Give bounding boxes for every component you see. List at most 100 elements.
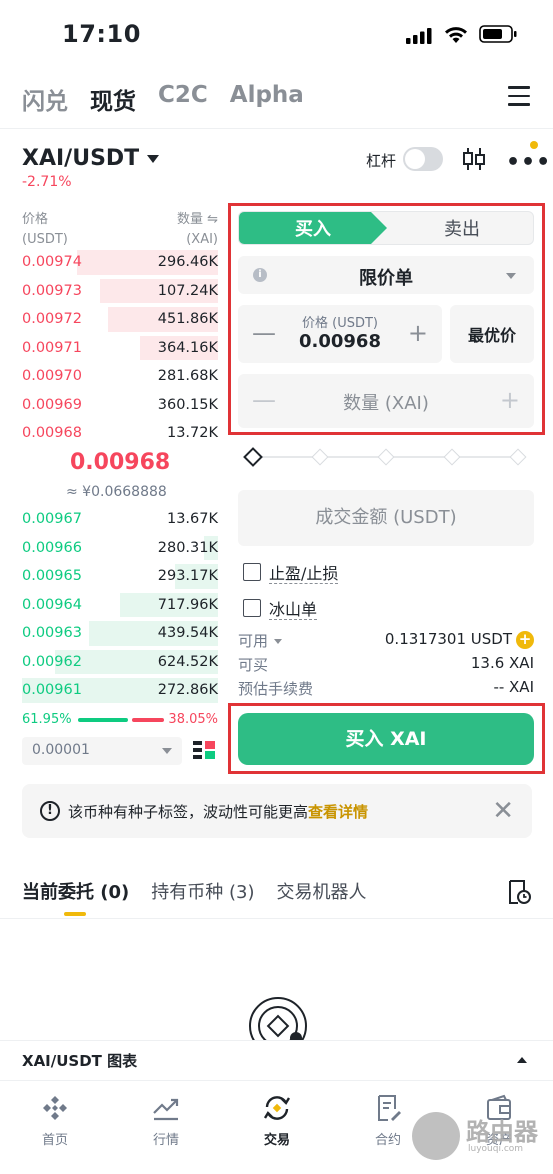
- can-buy-value: 13.6 XAI: [470, 654, 534, 672]
- nav-futures-label: 合约: [374, 1133, 401, 1148]
- bid-qty: 717.96K: [157, 596, 218, 613]
- leverage-label: 杠杆: [366, 152, 397, 170]
- slider-handle[interactable]: [243, 447, 263, 467]
- ask-row[interactable]: 0.00968 13.72K: [22, 419, 218, 448]
- caret-down-icon: [274, 639, 283, 644]
- bid-row[interactable]: 0.00967 13.67K: [22, 505, 218, 534]
- bid-price: 0.00964: [22, 596, 82, 613]
- slider-mark-75[interactable]: [443, 448, 461, 466]
- orderbook-layout-icon[interactable]: [192, 739, 216, 763]
- ask-row[interactable]: 0.00974 296.46K: [22, 248, 218, 277]
- nav-trade-label: 交易: [263, 1133, 290, 1148]
- tabs-divider: [0, 918, 553, 919]
- bid-price: 0.00965: [22, 568, 82, 585]
- bid-row[interactable]: 0.00962 624.52K: [22, 648, 218, 677]
- bid-row[interactable]: 0.00964 717.96K: [22, 591, 218, 620]
- tab-convert[interactable]: 闪兑: [22, 82, 68, 115]
- add-funds-icon[interactable]: +: [516, 630, 534, 649]
- slider-mark-50[interactable]: [377, 448, 395, 466]
- notice-link[interactable]: 查看详情: [308, 803, 368, 821]
- nav-trade[interactable]: 交易: [242, 1093, 312, 1148]
- caret-up-icon[interactable]: [517, 1057, 527, 1063]
- status-bar: 17:10: [0, 0, 553, 70]
- notice-text: 该币种有种子标签，波动性可能更高: [68, 803, 309, 821]
- ask-price: 0.00974: [22, 254, 82, 271]
- status-time: 17:10: [62, 20, 141, 48]
- bid-rows: 0.00967 13.67K 0.00966 280.31K 0.00965 293.…: [22, 505, 218, 705]
- available-label-wrap[interactable]: 可用: [238, 630, 283, 651]
- sell-ratio-bar: [132, 718, 164, 722]
- tab-trading-bots[interactable]: 交易机器人: [276, 878, 366, 904]
- ask-row[interactable]: 0.00973 107.24K: [22, 277, 218, 306]
- percent-slider[interactable]: [243, 447, 528, 467]
- nav-home[interactable]: 首页: [20, 1093, 90, 1148]
- slider-mark-25[interactable]: [311, 448, 329, 466]
- ask-row[interactable]: 0.00972 451.86K: [22, 305, 218, 334]
- candlestick-icon[interactable]: [462, 146, 486, 172]
- chart-drawer[interactable]: XAI/USDT 图表: [0, 1040, 553, 1080]
- mid-fiat: ≈ ¥0.0668888: [66, 484, 167, 500]
- fee-value: -- XAI: [493, 678, 534, 696]
- depth-select[interactable]: 0.00001: [22, 737, 182, 765]
- ask-row[interactable]: 0.00969 360.15K: [22, 391, 218, 420]
- close-icon[interactable]: ✕: [492, 796, 514, 826]
- tab-open-orders[interactable]: 当前委托 (0): [22, 878, 129, 904]
- binance-logo-icon: [43, 1096, 67, 1120]
- futures-icon: [378, 1095, 401, 1121]
- iceberg-checkbox[interactable]: 冰山单: [243, 596, 318, 620]
- bid-qty: 439.54K: [157, 625, 218, 642]
- tpsl-checkbox[interactable]: 止盈/止损: [243, 560, 339, 584]
- tpsl-label: 止盈/止损: [269, 564, 339, 584]
- bid-row[interactable]: 0.00961 272.86K: [22, 676, 218, 705]
- nav-markets[interactable]: 行情: [131, 1093, 201, 1148]
- depth-value: 0.00001: [32, 742, 90, 758]
- available-row: 可用 0.1317301 USDT +: [238, 630, 534, 654]
- tab-c2c[interactable]: C2C: [158, 82, 208, 112]
- pair-selector[interactable]: XAI/USDT: [22, 146, 160, 171]
- order-history-icon[interactable]: [507, 879, 531, 905]
- notification-dot: [530, 141, 538, 149]
- tab-holdings[interactable]: 持有币种 (3): [151, 878, 254, 904]
- price-change: -2.71%: [22, 174, 72, 190]
- slider-mark-100[interactable]: [509, 448, 527, 466]
- bid-row[interactable]: 0.00966 280.31K: [22, 534, 218, 563]
- qty-header-wrap[interactable]: 数量 ⇋ (XAI): [177, 210, 218, 250]
- ask-rows: 0.00974 296.46K 0.00973 107.24K 0.00972 451…: [22, 248, 218, 448]
- pair-symbol: XAI/USDT: [22, 146, 140, 171]
- menu-icon[interactable]: [508, 86, 530, 106]
- can-buy-row: 可买 13.6 XAI: [238, 654, 534, 678]
- watermark-sub: luyouqi.com: [468, 1144, 524, 1154]
- ask-price: 0.00968: [22, 425, 82, 442]
- balance-info: 可用 0.1317301 USDT + 可买 13.6 XAI 预估手续费 -- …: [238, 630, 534, 702]
- ask-price: 0.00973: [22, 282, 82, 299]
- signal-icon: [406, 28, 432, 44]
- amount-input[interactable]: 成交金额 (USDT): [238, 490, 534, 546]
- ask-qty: 13.72K: [166, 425, 218, 442]
- header-divider: [0, 128, 553, 129]
- ask-price: 0.00969: [22, 396, 82, 413]
- router-logo-icon: [412, 1112, 460, 1160]
- bid-price: 0.00967: [22, 511, 82, 528]
- ask-qty: 107.24K: [157, 282, 218, 299]
- more-icon[interactable]: •••: [506, 150, 551, 175]
- tab-alpha[interactable]: Alpha: [230, 82, 304, 112]
- buy-ratio-bar: [78, 718, 128, 722]
- bid-price: 0.00962: [22, 653, 82, 670]
- ask-row[interactable]: 0.00970 281.68K: [22, 362, 218, 391]
- bid-row[interactable]: 0.00965 293.17K: [22, 562, 218, 591]
- tab-spot[interactable]: 现货: [90, 82, 136, 115]
- bid-qty: 13.67K: [166, 511, 218, 528]
- active-tab-indicator: [64, 912, 86, 916]
- orderbook-header: 价格 (USDT) 数量 ⇋ (XAI): [22, 210, 218, 250]
- ask-row[interactable]: 0.00971 364.16K: [22, 334, 218, 363]
- bid-price: 0.00966: [22, 539, 82, 556]
- orders-tabs: 当前委托 (0) 持有币种 (3) 交易机器人: [22, 878, 388, 904]
- bid-price: 0.00963: [22, 625, 82, 642]
- bid-row[interactable]: 0.00963 439.54K: [22, 619, 218, 648]
- bid-qty: 293.17K: [157, 568, 218, 585]
- trade-icon: [263, 1096, 291, 1120]
- site-watermark: 路由器 luyouqi.com: [412, 1112, 544, 1164]
- leverage-toggle[interactable]: [403, 147, 443, 171]
- alert-icon: !: [40, 801, 60, 821]
- mid-price[interactable]: 0.00968: [70, 450, 170, 475]
